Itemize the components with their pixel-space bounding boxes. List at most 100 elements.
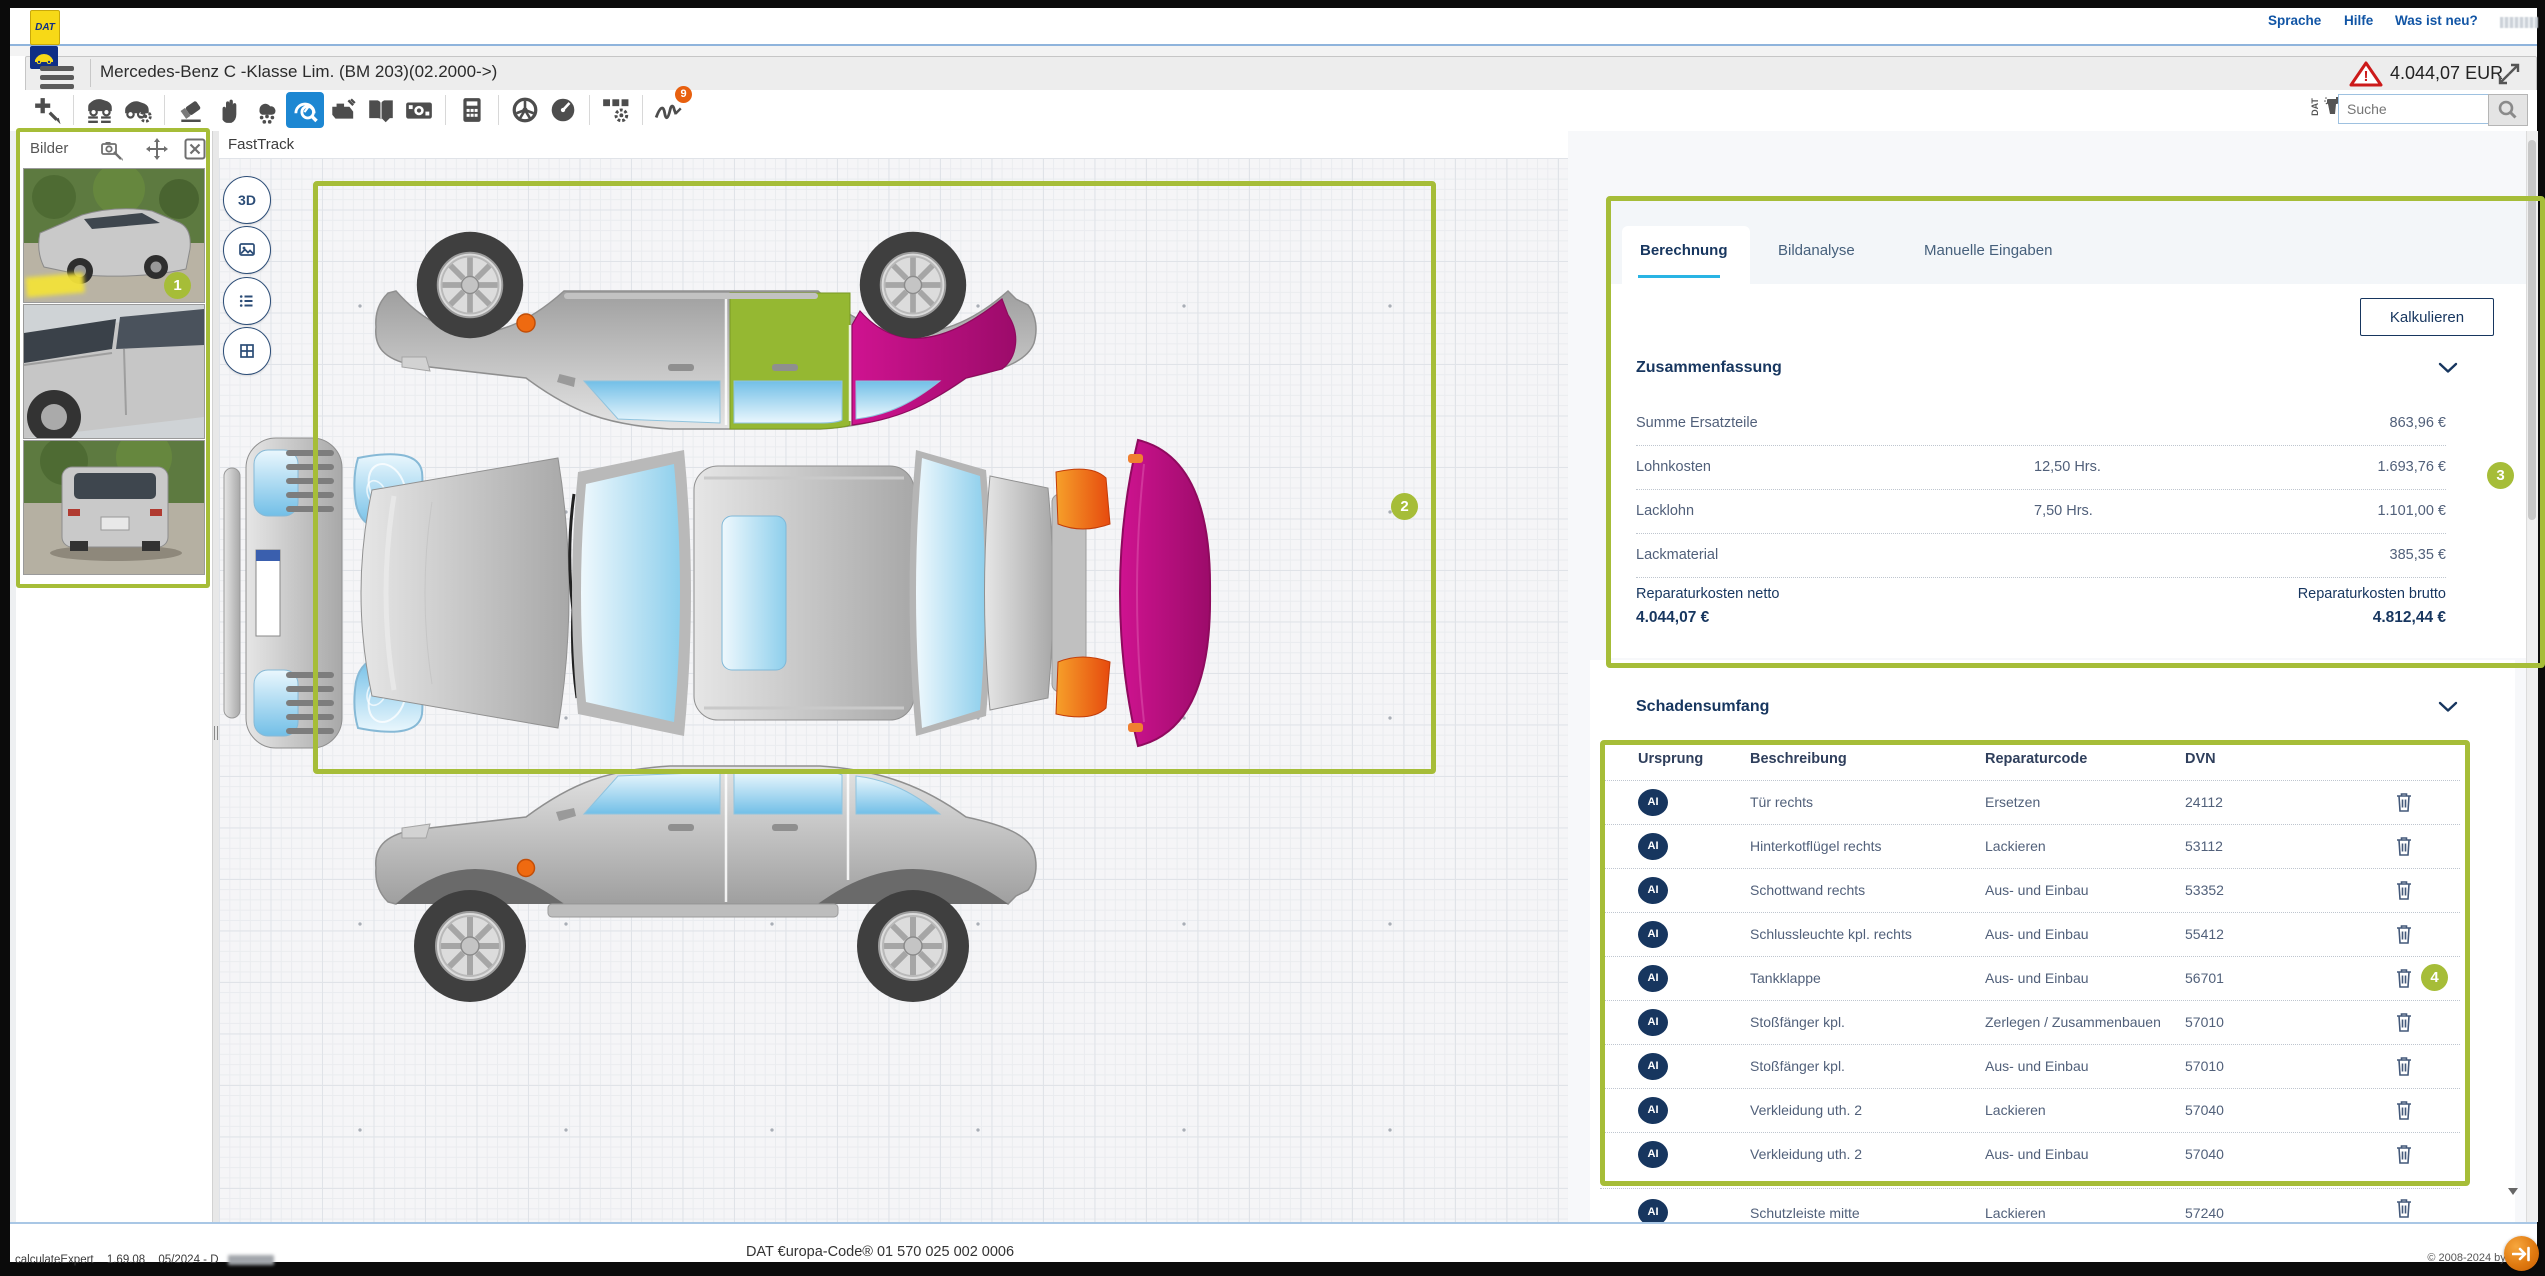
netto-label: Reparaturkosten netto — [1636, 586, 1779, 602]
collapse-schadensumfang-icon[interactable] — [2438, 701, 2458, 713]
hail-damage-icon[interactable] — [248, 92, 286, 128]
documentation-icon[interactable] — [362, 92, 400, 128]
delete-row-icon[interactable] — [2395, 791, 2413, 813]
valuation-photo-icon[interactable] — [400, 92, 438, 128]
car-diagram-top-view[interactable] — [222, 432, 1322, 754]
vehicle-selection-icon[interactable] — [81, 92, 119, 128]
eraser-icon[interactable] — [172, 92, 210, 128]
bottom-black-bar — [0, 1262, 2545, 1276]
wheel-rim-icon[interactable] — [506, 92, 544, 128]
col-dvn: DVN — [2185, 751, 2216, 767]
fasttrack-header: FastTrack — [219, 131, 1568, 158]
vehicle-title: Mercedes-Benz C -Klasse Lim. (BM 203)(02… — [100, 62, 497, 82]
hamburger-menu-icon[interactable] — [40, 62, 74, 93]
cell-beschreibung: Hinterkotflügel rechts — [1750, 838, 1882, 854]
redacted-user-text — [2500, 17, 2538, 28]
damage-table: Ursprung Beschreibung Reparaturcode DVN … — [1600, 740, 2460, 1176]
tab-bildanalyse[interactable]: Bildanalyse — [1778, 242, 1855, 259]
fasttrack-tool-icon[interactable] — [286, 92, 324, 128]
move-panel-icon[interactable] — [146, 138, 168, 160]
cell-reparaturcode: Aus- und Einbau — [1985, 1058, 2089, 1074]
tab-manuelle-eingaben[interactable]: Manuelle Eingaben — [1924, 242, 2052, 259]
hand-icon[interactable] — [210, 92, 248, 128]
cell-dvn: 53112 — [2185, 838, 2223, 854]
delete-row-icon[interactable] — [2395, 1099, 2413, 1121]
svg-text:!: ! — [2364, 68, 2369, 85]
cell-dvn: 55412 — [2185, 926, 2224, 942]
vehicle-settings-icon[interactable] — [119, 92, 157, 128]
table-row: AI Hinterkotflügel rechts Lackieren 5311… — [1600, 825, 2460, 869]
fasttrack-label: FastTrack — [228, 136, 294, 153]
cell-beschreibung: Schottwand rechts — [1750, 882, 1865, 898]
car-diagram-side-view[interactable] — [368, 718, 1058, 1006]
summary-row-label: Lackmaterial — [1636, 547, 1718, 563]
table-row: AI Stoßfänger kpl. Aus- und Einbau 57010 — [1600, 1045, 2460, 1089]
collapse-zusammenfassung-icon[interactable] — [2438, 362, 2458, 374]
cell-dvn: 57040 — [2185, 1146, 2224, 1162]
scroll-down-arrow[interactable] — [2508, 1188, 2518, 1195]
link-was-ist-neu[interactable]: Was ist neu? — [2395, 13, 2478, 28]
cell-beschreibung: Tür rechts — [1750, 794, 1813, 810]
brutto-value: 4.812,44 € — [2373, 609, 2446, 627]
image-icon — [235, 238, 259, 262]
zusammenfassung-rows: Summe Ersatzteile 863,96 € Lohnkosten 12… — [1636, 402, 2446, 578]
photo-thumbnail-2[interactable] — [23, 304, 205, 439]
tab-berechnung[interactable]: Berechnung — [1622, 226, 1750, 284]
calculator-icon[interactable] — [453, 92, 491, 128]
dat-logo: DAT — [30, 10, 58, 70]
dat-logo-text: DAT — [35, 22, 55, 33]
netto-value: 4.044,07 € — [1636, 609, 1709, 627]
cell-beschreibung: Stoßfänger kpl. — [1750, 1058, 1845, 1074]
close-panel-icon[interactable] — [184, 138, 206, 160]
summary-row-value: 1.101,00 € — [2377, 503, 2446, 519]
dat-paint-label: DAT — [2310, 98, 2320, 116]
delete-row-icon[interactable] — [2395, 879, 2413, 901]
origin-ai-badge: AI — [1638, 1097, 1668, 1124]
delete-row-icon[interactable] — [2395, 967, 2413, 989]
maximize-icon[interactable] — [2496, 61, 2522, 87]
delete-row-icon[interactable] — [2395, 835, 2413, 857]
link-sprache[interactable]: Sprache — [2268, 13, 2321, 28]
cell-beschreibung: Stoßfänger kpl. — [1750, 1014, 1845, 1030]
summary-row-label: Summe Ersatzteile — [1636, 415, 1758, 431]
grid-view-button[interactable] — [223, 327, 271, 375]
summary-row: Lackmaterial 385,35 € — [1636, 534, 2446, 578]
search-button[interactable] — [2488, 94, 2528, 126]
cell-reparaturcode: Aus- und Einbau — [1985, 970, 2089, 986]
table-row: AI Schottwand rechts Aus- und Einbau 533… — [1600, 869, 2460, 913]
origin-ai-badge: AI — [1638, 1053, 1668, 1080]
schadensumfang-heading: Schadensumfang — [1636, 698, 1769, 716]
bilder-panel: Bilder — [16, 128, 210, 588]
next-step-button[interactable] — [2504, 1236, 2539, 1271]
photo-thumbnail-3[interactable] — [23, 440, 205, 575]
delete-row-icon[interactable] — [2395, 923, 2413, 945]
brutto-label: Reparaturkosten brutto — [2298, 586, 2446, 602]
engine-icon[interactable] — [324, 92, 362, 128]
list-icon — [235, 289, 259, 313]
view-3d-button[interactable]: 3D — [223, 176, 271, 224]
photos-button[interactable] — [223, 226, 271, 274]
list-view-button[interactable] — [223, 277, 271, 325]
new-edit-icon[interactable] — [28, 92, 66, 128]
view-3d-label: 3D — [238, 192, 256, 208]
app-version-line: calculateExpert 1.69.08 05/2024 - D — [15, 1254, 274, 1266]
photo-thumbnail-1[interactable] — [23, 168, 205, 303]
grid-icon — [235, 339, 259, 363]
speedometer-icon[interactable] — [544, 92, 582, 128]
cell-reparaturcode: Ersetzen — [1985, 794, 2040, 810]
delete-row-icon[interactable] — [2395, 1055, 2413, 1077]
delete-row-icon[interactable] — [2395, 1011, 2413, 1033]
modules-settings-icon[interactable] — [597, 92, 635, 128]
header-gap — [10, 46, 2537, 56]
add-photo-icon[interactable] — [100, 139, 124, 161]
delete-row-icon[interactable] — [2395, 1197, 2413, 1219]
search-input[interactable] — [2338, 94, 2490, 124]
delete-row-icon[interactable] — [2395, 1143, 2413, 1165]
zusammenfassung-heading: Zusammenfassung — [1636, 359, 1782, 377]
kalkulieren-button[interactable]: Kalkulieren — [2360, 298, 2494, 336]
link-hilfe[interactable]: Hilfe — [2344, 13, 2373, 28]
right-scrollbar-thumb[interactable] — [2528, 140, 2536, 520]
signature-icon[interactable]: 9 — [650, 92, 688, 128]
cell-reparaturcode: Aus- und Einbau — [1985, 926, 2089, 942]
cell-dvn: 53352 — [2185, 882, 2224, 898]
